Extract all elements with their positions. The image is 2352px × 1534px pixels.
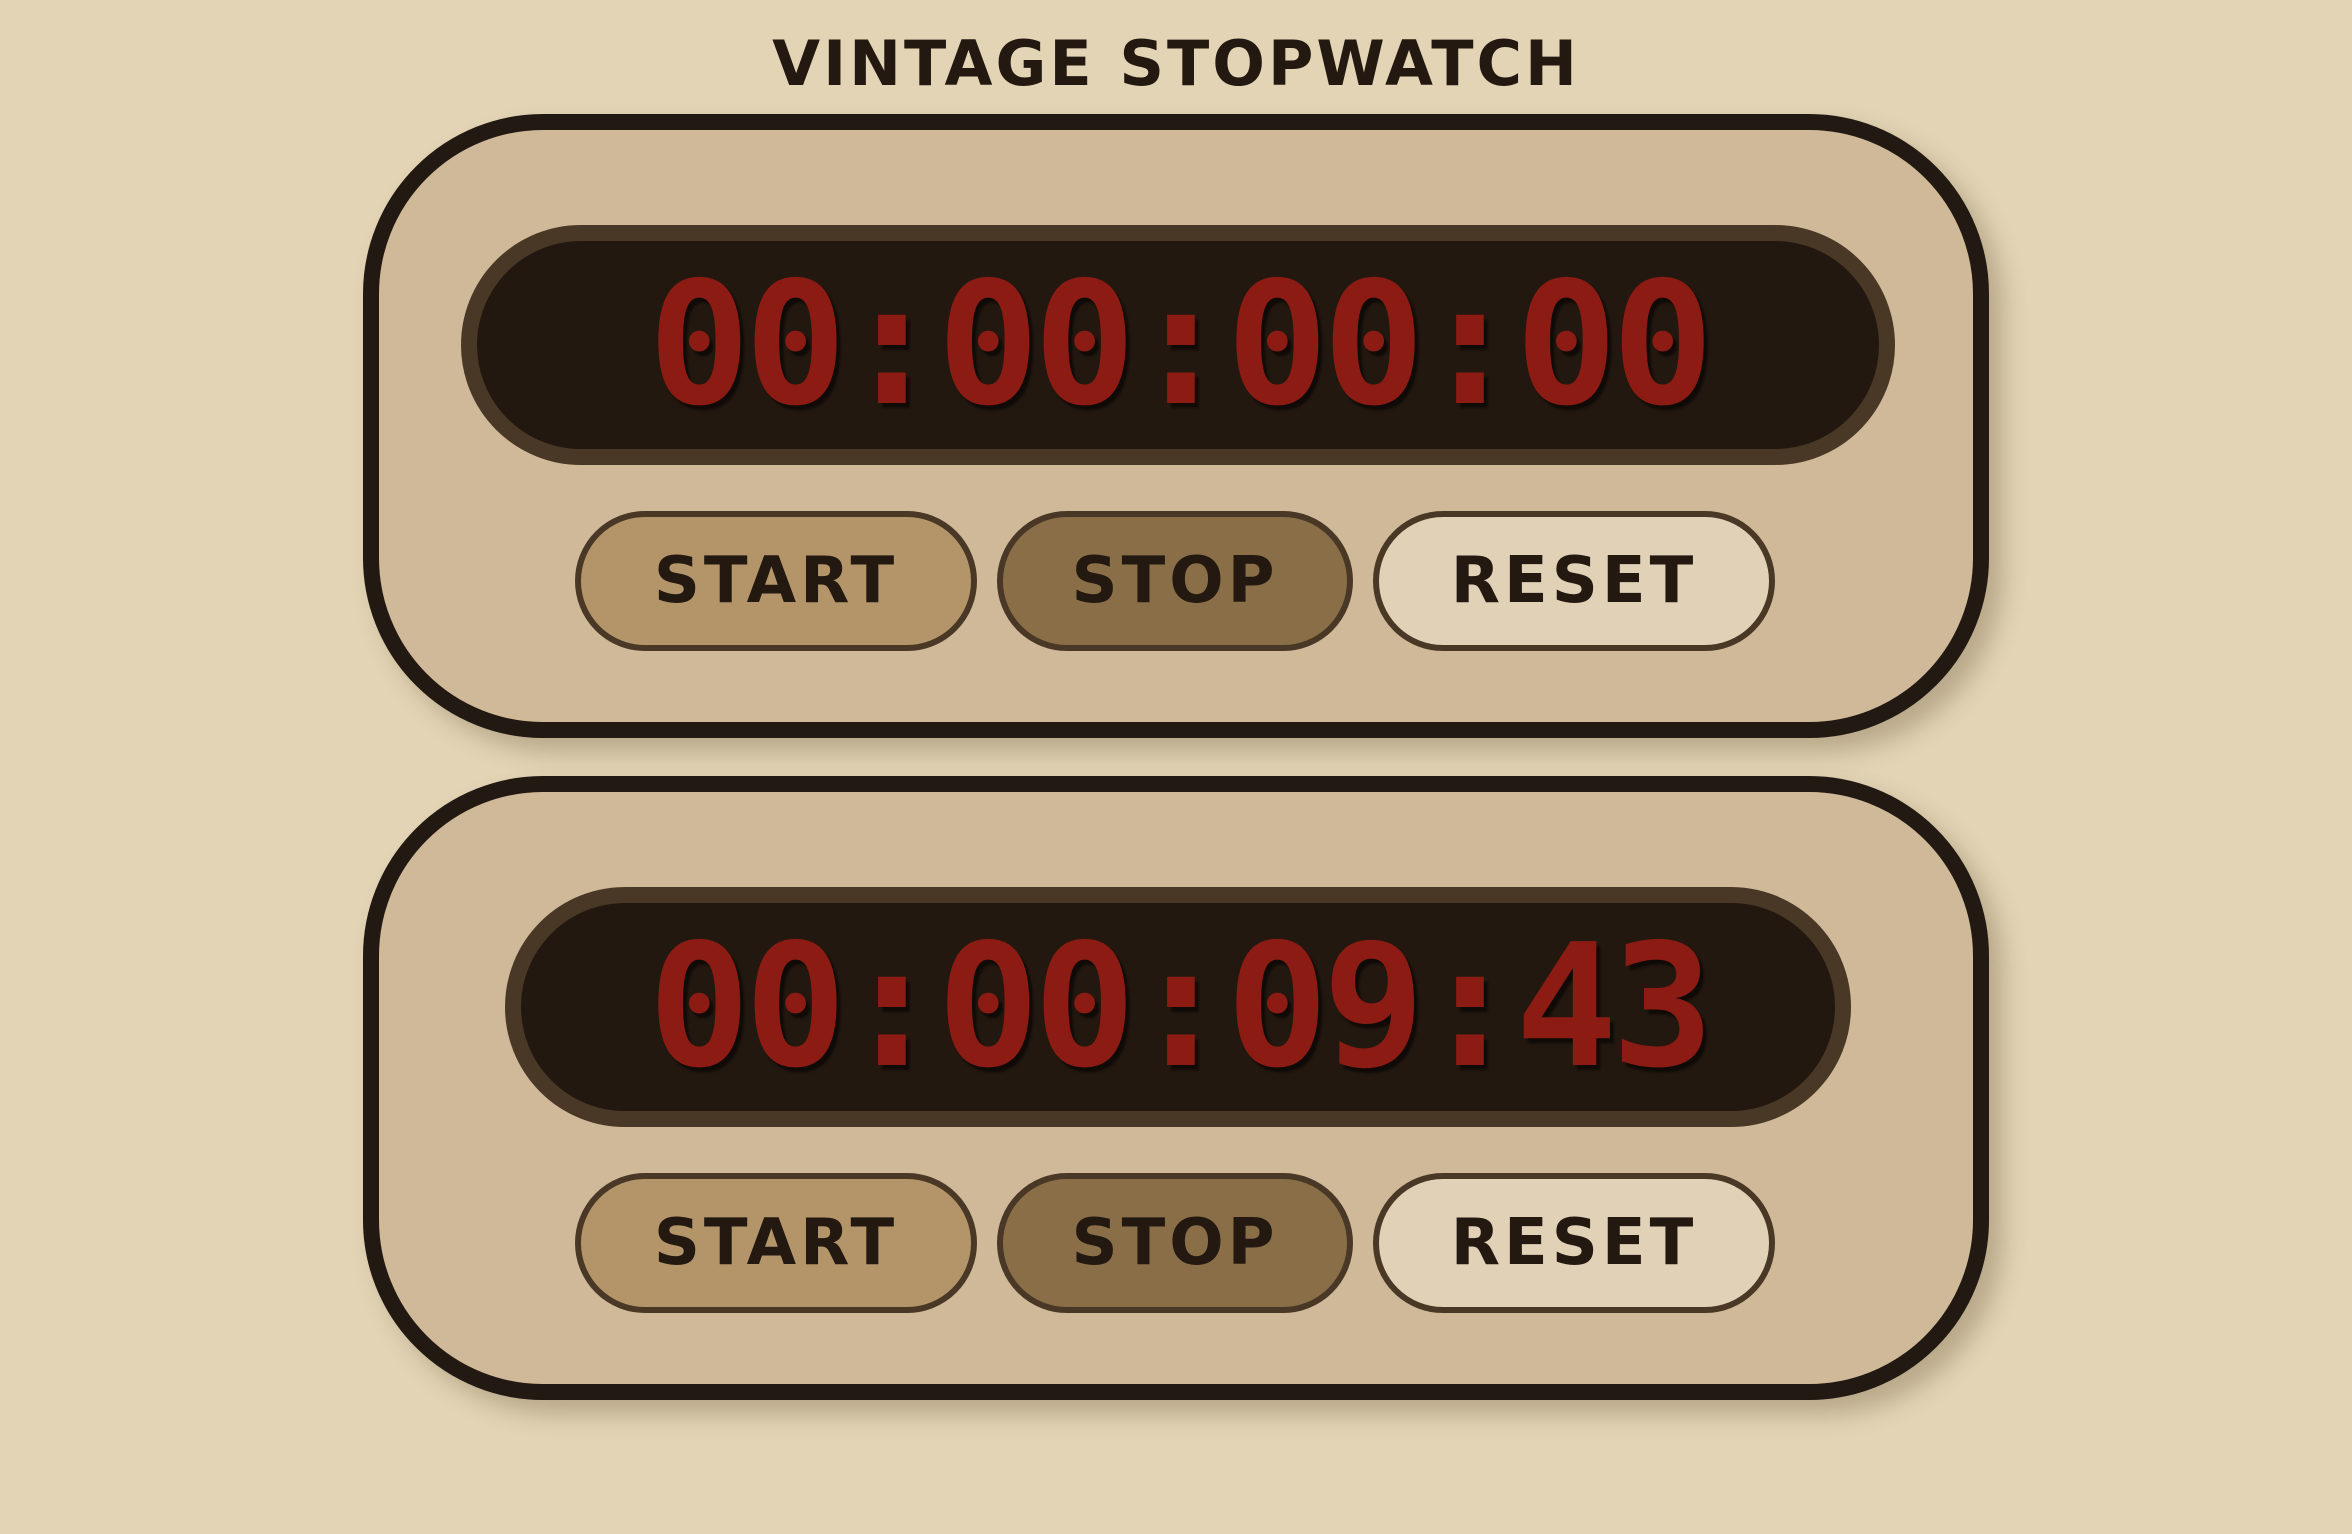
control-buttons: START STOP RESET: [379, 1173, 1973, 1313]
reset-button[interactable]: RESET: [1373, 1173, 1775, 1313]
time-display: 00:00:09:43: [505, 887, 1851, 1127]
time-display: 00:00:00:00: [461, 225, 1895, 465]
stop-button[interactable]: STOP: [997, 511, 1353, 651]
start-button[interactable]: START: [575, 511, 977, 651]
app-title: VINTAGE STOPWATCH: [772, 27, 1580, 100]
stopwatch-panel-1: 00:00:00:00 START STOP RESET: [363, 114, 1989, 738]
start-button[interactable]: START: [575, 1173, 977, 1313]
time-readout: 00:00:09:43: [648, 908, 1714, 1106]
control-buttons: START STOP RESET: [379, 511, 1973, 651]
stopwatch-panel-2: 00:00:09:43 START STOP RESET: [363, 776, 1989, 1400]
time-readout: 00:00:00:00: [648, 246, 1714, 444]
reset-button[interactable]: RESET: [1373, 511, 1775, 651]
stop-button[interactable]: STOP: [997, 1173, 1353, 1313]
